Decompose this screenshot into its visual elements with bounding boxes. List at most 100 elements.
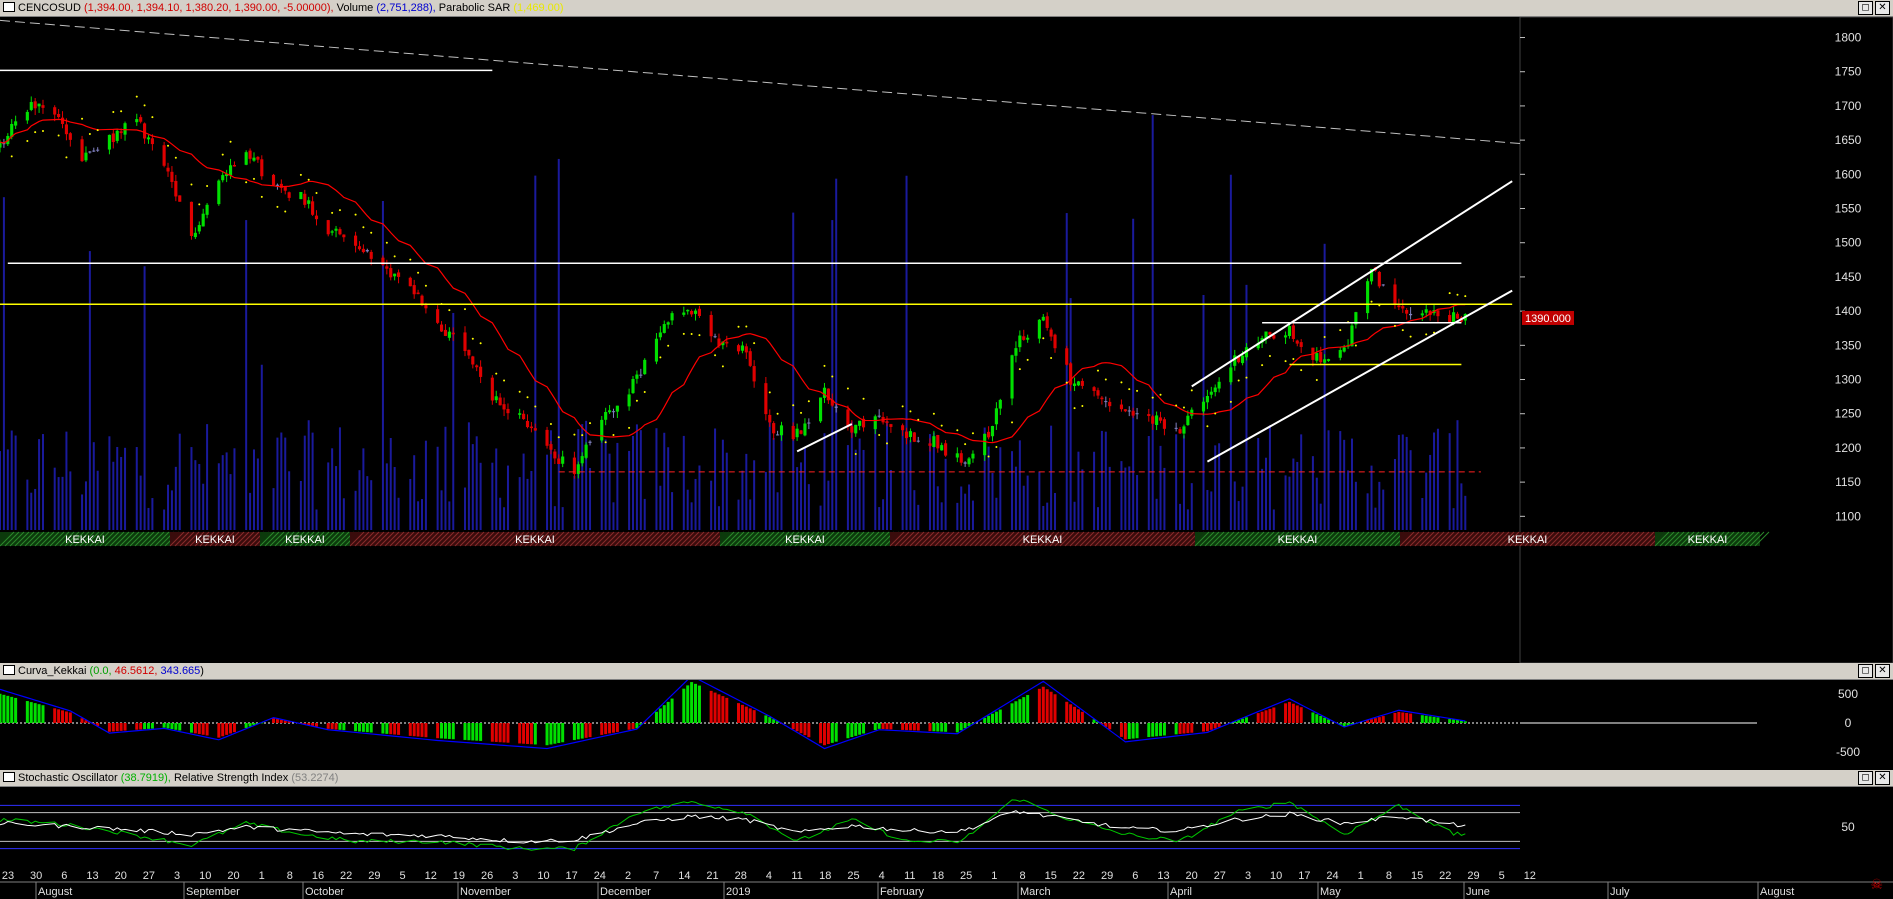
date-tick-label: 22 (1439, 870, 1451, 882)
candle-body (955, 453, 959, 458)
volume-bar (643, 498, 646, 530)
date-tick-label: 18 (819, 870, 831, 882)
candle-body (389, 268, 393, 278)
kekkai-bar (744, 706, 748, 723)
sar-dot (503, 379, 506, 382)
candle-body (908, 431, 912, 437)
volume-bar (807, 484, 810, 530)
volume-bar (151, 498, 154, 530)
sar-dot (667, 344, 670, 347)
volume-bar (917, 504, 920, 530)
candle-body (1205, 396, 1209, 403)
candle-body (713, 336, 717, 338)
volume-bar (327, 462, 330, 530)
price-tick-label: 1350 (1835, 338, 1862, 352)
kekkai-bar (901, 723, 905, 730)
kekkai-bar (1268, 708, 1272, 723)
kekkai-bar (1205, 723, 1209, 732)
volume-bar (749, 499, 752, 530)
kekkai-bar (1119, 723, 1123, 737)
volume-bar (1288, 476, 1291, 530)
candle-body (1080, 380, 1084, 386)
volume-bar (358, 470, 361, 530)
candle-body (971, 453, 975, 459)
restore-icon[interactable]: ◻ (1858, 1, 1873, 15)
sar-dot (284, 210, 287, 213)
candle-body (662, 324, 666, 333)
candle-body (725, 341, 729, 344)
month-label: October (305, 886, 344, 898)
date-tick-label: 22 (340, 870, 352, 882)
candle-body (600, 419, 604, 441)
sar-dot (65, 156, 68, 159)
candle-body (1100, 397, 1104, 400)
kekkai-header: Curva_Kekkai (0.0, 46.5612, 343.665) ◻ ✕ (0, 663, 1893, 680)
kekkai-bar (717, 694, 721, 723)
sar-dot (495, 372, 498, 375)
candle-body (357, 246, 362, 250)
volume-bar (819, 505, 822, 530)
kekkai-bar (33, 703, 37, 723)
candle-body (119, 131, 123, 134)
candle-body (361, 248, 365, 253)
restore-icon[interactable]: ◻ (1858, 664, 1873, 678)
kekkai-chart[interactable]: -500 0 500 (0, 680, 1893, 770)
volume-bar (682, 435, 685, 530)
candle-body (819, 397, 823, 422)
candle-body (576, 464, 580, 474)
sar-dot (1456, 293, 1459, 296)
kekkai-tick-label: 500 (1838, 687, 1858, 701)
kekkai-bar (1073, 706, 1077, 723)
sar-dot (792, 404, 795, 407)
date-tick-label: 4 (879, 870, 885, 882)
candle-body (1182, 426, 1186, 434)
kekkai-bar (2, 694, 6, 723)
volume-bar (874, 428, 877, 530)
close-icon[interactable]: ✕ (1875, 1, 1890, 15)
kekkai-bar (279, 719, 283, 723)
candle-body (123, 123, 127, 135)
kekkai-bar (549, 723, 553, 745)
kekkai-bar (502, 723, 506, 743)
restore-icon[interactable]: ◻ (1858, 771, 1873, 785)
volume-bar (632, 435, 635, 530)
volume-bar (1163, 467, 1166, 530)
volume-value: (2,751,288), (376, 2, 436, 14)
date-tick-label: 3 (512, 870, 518, 882)
candle-body (608, 410, 612, 413)
kekkai-bar (369, 723, 373, 733)
volume-bar (1339, 431, 1342, 530)
candle-body (1049, 329, 1053, 337)
candle-body (1045, 316, 1049, 328)
kekkai-bar (912, 723, 916, 731)
volume-bar (1179, 503, 1182, 530)
close-icon[interactable]: ✕ (1875, 771, 1890, 785)
kekkai-bar (1323, 717, 1327, 723)
date-tick-label: 11 (791, 870, 802, 882)
kekkai-bar (1018, 699, 1022, 723)
date-tick-label: 15 (1045, 870, 1057, 882)
oscillator-chart[interactable]: 50 (0, 787, 1893, 867)
volume-bar (768, 420, 771, 530)
sar-dot (698, 334, 701, 337)
price-chart[interactable]: 1100 1150 1200 1250 1300 1350 1400 1450 1500 1550… (0, 17, 1893, 663)
kekkai-bar (119, 723, 123, 731)
volume-bar (600, 429, 603, 530)
close-icon[interactable]: ✕ (1875, 664, 1890, 678)
kekkai-bar (107, 723, 111, 732)
kekkai-bar (41, 705, 45, 723)
kekkai-bar (354, 723, 358, 732)
candle-body (1018, 335, 1022, 348)
sar-dot (1370, 300, 1373, 303)
candle-body (904, 431, 909, 439)
sar-dot (1354, 344, 1357, 347)
candle-body (201, 213, 205, 227)
volume-bar (366, 476, 369, 530)
kekkai-bar (526, 723, 530, 744)
candle-body (467, 349, 471, 356)
volume-bar (1433, 432, 1436, 530)
kekkai-bar (338, 723, 342, 730)
sar-dot (1190, 389, 1193, 392)
candle-body (311, 201, 315, 215)
kekkai-bar (944, 723, 948, 732)
